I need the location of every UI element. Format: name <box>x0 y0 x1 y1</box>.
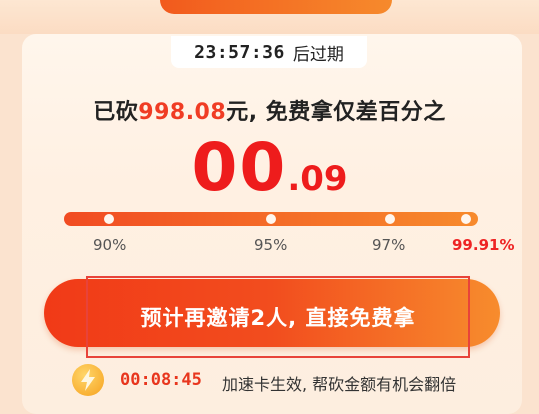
bargain-headline: 已砍998.08元, 免费拿仅差百分之 <box>0 94 539 126</box>
lightning-icon <box>72 364 104 396</box>
expiry-timer: 23:57:36 后过期 <box>171 36 367 68</box>
tick-97: 97% <box>372 236 406 254</box>
top-button-edge[interactable] <box>160 0 392 14</box>
progress-bar <box>64 212 478 226</box>
headline-prefix: 已砍 <box>93 100 139 125</box>
progress-dot-90 <box>104 214 114 224</box>
expiry-suffix: 后过期 <box>292 44 344 65</box>
remaining-percent: 00.09 <box>0 128 539 208</box>
headline-suffix: 元, 免费拿仅差百分之 <box>226 100 446 125</box>
remaining-percent-integer: 00 <box>191 129 288 206</box>
progress-dot-99 <box>461 214 471 224</box>
tick-95: 95% <box>254 236 288 254</box>
remaining-percent-decimal: .09 <box>287 159 348 199</box>
speedup-text: 加速卡生效, 帮砍金额有机会翻倍 <box>222 375 457 394</box>
expiry-time: 23:57:36 <box>194 41 285 63</box>
tick-90: 90% <box>93 236 127 254</box>
progress-dot-97 <box>385 214 395 224</box>
speedup-countdown: 00:08:45 <box>120 370 202 390</box>
speedup-row: 00:08:45 加速卡生效, 帮砍金额有机会翻倍 <box>72 364 532 398</box>
invite-button-text: 预计再邀请2人, 直接免费拿 <box>140 306 416 330</box>
progress-dot-95 <box>266 214 276 224</box>
bargained-amount: 998.08 <box>138 100 227 125</box>
invite-button-label[interactable]: 预计再邀请2人, 直接免费拿 <box>86 276 470 358</box>
tick-99-91: 99.91% <box>452 236 515 254</box>
